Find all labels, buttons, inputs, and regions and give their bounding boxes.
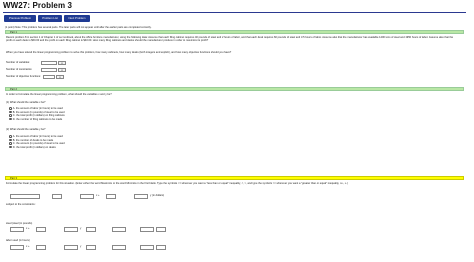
labor-y-check[interactable] <box>86 245 96 250</box>
steel-y-label: y <box>80 227 82 230</box>
num-variables-label: Number of variables: <box>6 61 30 64</box>
part1-header[interactable]: Part 1 <box>5 30 464 34</box>
num-constraints-check[interactable]: ▾ <box>58 68 66 72</box>
objective-y-label: y (in dollars) <box>150 194 165 197</box>
num-variables-row: Number of variables: ▾ <box>6 61 86 65</box>
objective-x-check[interactable] <box>106 194 116 199</box>
radio-icon[interactable] <box>9 135 12 138</box>
part3-intro: Formulate the linear programming problem… <box>6 182 348 185</box>
radio-icon[interactable] <box>9 114 12 117</box>
objective-x-label: x + <box>96 194 100 197</box>
problem-list-button[interactable]: Problem List <box>38 15 62 22</box>
x-option-d[interactable]: D. the number of filing cabinets to be m… <box>9 117 62 122</box>
radio-icon[interactable] <box>9 138 12 142</box>
objective-x-coef-input[interactable] <box>80 194 94 199</box>
part1-text: Recent problem 8 in section 1 of Chapter… <box>6 36 454 43</box>
steel-y-check[interactable] <box>86 227 96 232</box>
num-variables-input[interactable] <box>41 61 57 65</box>
steel-x-coef-input[interactable] <box>10 227 24 232</box>
num-variables-check[interactable]: ▾ <box>58 61 66 65</box>
part2-label: Part 2 <box>10 88 17 91</box>
radio-icon[interactable] <box>9 145 12 149</box>
labor-inequality-input[interactable] <box>112 245 126 250</box>
steel-y-coef-input[interactable] <box>64 227 78 232</box>
y-option-d[interactable]: D. the total profit (in dollars) on desk… <box>9 145 56 150</box>
labor-constraint-label: labor used (in hours) <box>6 239 30 242</box>
steel-x-label: x + <box>26 227 30 230</box>
labor-rhs-input[interactable] <box>140 245 154 250</box>
title-underline <box>3 12 466 13</box>
num-objective-input[interactable] <box>43 75 55 79</box>
num-objective-label: Number of objective functions: <box>6 75 41 78</box>
part2-question-x: (1) What should the variable x be? <box>6 101 46 104</box>
steel-inequality-input[interactable] <box>112 227 126 232</box>
next-problem-button[interactable]: Next Problem <box>64 15 90 22</box>
num-objective-row: Number of objective functions: ▾ <box>6 75 86 79</box>
part1-question: When you have solved the linear programm… <box>6 51 232 54</box>
page-title: WW27: Problem 3 <box>3 1 73 10</box>
part2-question-y: (2) What should the variable y be? <box>6 128 46 131</box>
steel-rhs-input[interactable] <box>140 227 154 232</box>
part2-header[interactable]: Part 2 <box>5 87 464 91</box>
radio-icon[interactable] <box>9 142 12 145</box>
num-constraints-input[interactable] <box>41 68 57 72</box>
labor-y-coef-input[interactable] <box>64 245 78 250</box>
radio-icon[interactable] <box>9 117 12 121</box>
objective-check[interactable] <box>52 194 62 199</box>
num-constraints-label: Number of constraints: <box>6 68 33 71</box>
subject-to-label: subject to the constraints: <box>6 203 36 206</box>
steel-rhs-check[interactable] <box>156 227 166 232</box>
part2-intro: In order to formulate the linear program… <box>6 93 112 96</box>
labor-y-label: y <box>80 245 82 248</box>
num-constraints-row: Number of constraints: ▾ <box>6 68 86 72</box>
num-objective-check[interactable]: ▾ <box>56 75 64 79</box>
points-note: (1 point) Note: This problem has several… <box>5 26 152 29</box>
objective-type-input[interactable] <box>10 194 40 199</box>
objective-y-coef-input[interactable] <box>134 194 148 199</box>
radio-icon[interactable] <box>9 110 12 114</box>
part1-label: Part 1 <box>10 31 17 34</box>
labor-x-check[interactable] <box>36 245 46 250</box>
part3-label: Part 3 <box>10 177 17 180</box>
part3-header[interactable]: Part 3 <box>5 176 464 180</box>
labor-x-coef-input[interactable] <box>10 245 24 250</box>
steel-x-check[interactable] <box>36 227 46 232</box>
previous-problem-button[interactable]: Previous Problem <box>4 15 36 22</box>
radio-icon[interactable] <box>9 107 12 110</box>
labor-rhs-check[interactable] <box>156 245 166 250</box>
labor-x-label: x + <box>26 245 30 248</box>
steel-constraint-label: steel (steel (in pounds) <box>6 222 33 225</box>
